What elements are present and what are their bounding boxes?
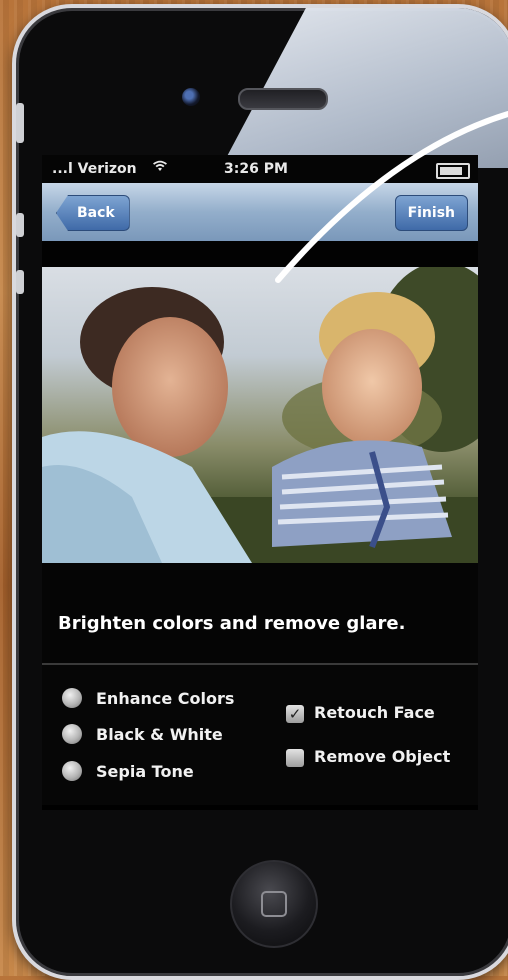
checkbox-label: Remove Object <box>314 747 451 766</box>
checkbox-label: Retouch Face <box>314 703 435 722</box>
radio-icon[interactable] <box>62 688 82 708</box>
radio-label: Black & White <box>96 725 223 744</box>
home-button[interactable] <box>230 860 318 948</box>
checkbox-unchecked-icon[interactable] <box>286 749 304 767</box>
earpiece-speaker <box>238 88 328 110</box>
checkbox-checked-icon[interactable]: ✓ <box>286 705 304 723</box>
wifi-icon <box>152 160 168 176</box>
options-panel: Enhance Colors Black & White Sepia Tone … <box>42 665 478 805</box>
volume-up-button[interactable] <box>16 213 24 237</box>
radio-icon[interactable] <box>62 724 82 744</box>
radio-icon[interactable] <box>62 761 82 781</box>
back-button[interactable]: Back <box>56 195 130 231</box>
carrier-label: ...l Verizon <box>52 161 137 177</box>
caption-panel: Brighten colors and remove glare. <box>42 563 478 665</box>
radio-label: Enhance Colors <box>96 689 235 708</box>
caption-text: Brighten colors and remove glare. <box>58 613 406 634</box>
volume-down-button[interactable] <box>16 270 24 294</box>
radio-label: Sepia Tone <box>96 762 194 781</box>
photo-image <box>42 267 478 563</box>
mute-switch[interactable] <box>16 103 24 143</box>
photo-preview[interactable] <box>42 267 478 563</box>
callout-pointer-line <box>275 111 508 283</box>
front-camera-icon <box>182 88 200 106</box>
